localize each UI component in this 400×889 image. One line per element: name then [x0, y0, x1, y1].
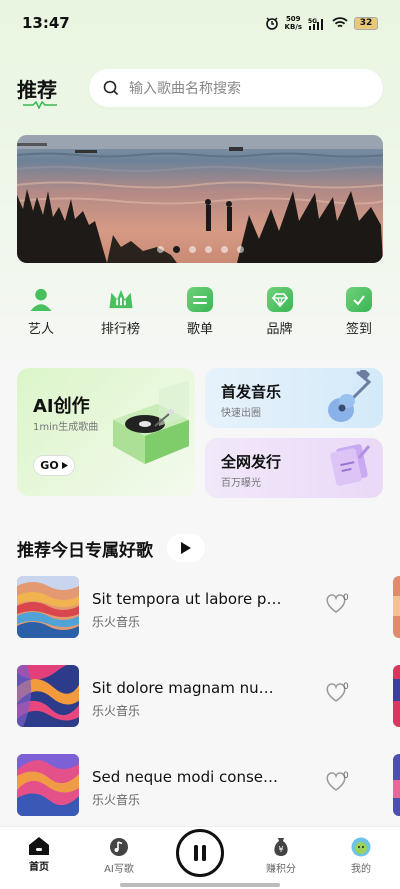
nav-ai-write[interactable]: AI写歌	[89, 837, 149, 875]
quick-nav-label: 品牌	[266, 322, 293, 337]
quick-nav-checkin[interactable]: 签到	[332, 287, 386, 337]
song-row[interactable]: Sit tempora ut labore po… 乐火音乐 0	[0, 576, 400, 665]
go-button[interactable]: GO	[33, 455, 75, 476]
song-cover	[17, 754, 79, 816]
song-cover	[17, 665, 79, 727]
quick-nav-artist[interactable]: 艺人	[14, 287, 68, 337]
page-title-text: 推荐	[17, 77, 57, 102]
status-indicators: 509 KB/s 5G 32	[265, 15, 378, 31]
nav-label: 我的	[351, 864, 371, 875]
full-release-card[interactable]: 全网发行 百万曝光	[205, 438, 383, 498]
nav-earn-points[interactable]: ¥ 赚积分	[251, 837, 311, 875]
ai-card-subtitle: 1min生成歌曲	[33, 422, 99, 433]
recommend-section-header: 推荐今日专属好歌	[17, 534, 205, 562]
like-count: 0	[343, 771, 349, 781]
search-input[interactable]: 输入歌曲名称搜索	[89, 69, 383, 107]
money-bag-icon: ¥	[274, 838, 288, 856]
quick-nav-playlist[interactable]: 歌单	[173, 287, 227, 337]
title-wave-icon	[23, 100, 57, 109]
next-song-cover-peek	[393, 576, 400, 638]
quick-nav-ranking[interactable]: 排行榜	[94, 287, 148, 337]
nav-label: AI写歌	[104, 864, 134, 875]
status-time: 13:47	[22, 14, 70, 32]
song-title: Sed neque modi consect…	[92, 768, 282, 786]
alarm-icon	[265, 17, 278, 30]
wifi-icon	[332, 17, 348, 28]
signal-icon: 5G	[308, 18, 323, 30]
svg-text:¥: ¥	[278, 845, 283, 854]
crown-icon	[108, 289, 133, 309]
document-icon	[330, 444, 371, 486]
nav-profile[interactable]: 我的	[331, 837, 391, 875]
quick-nav-label: 艺人	[27, 322, 54, 337]
like-count: 0	[343, 593, 349, 603]
release-card-title: 全网发行	[221, 453, 282, 471]
next-song-cover-peek	[393, 665, 400, 727]
search-icon	[103, 80, 119, 96]
page-title: 推荐	[17, 74, 77, 109]
turntable-illustration	[113, 380, 189, 464]
nav-label: 赚积分	[266, 864, 296, 875]
play-triangle-icon	[61, 462, 68, 469]
net-speed-value: 509	[285, 15, 301, 23]
pagination-dot[interactable]	[188, 246, 196, 253]
person-icon	[30, 288, 52, 312]
song-title: Sit dolore magnam num…	[92, 679, 282, 697]
banner-carousel[interactable]	[17, 135, 383, 263]
search-placeholder: 输入歌曲名称搜索	[129, 81, 241, 97]
diamond-icon	[266, 287, 293, 312]
music-card-title: 首发音乐	[221, 383, 282, 401]
release-card-subtitle: 百万曝光	[221, 478, 261, 489]
pagination-dot[interactable]	[156, 246, 164, 253]
list-icon	[187, 287, 213, 312]
play-all-button[interactable]	[167, 534, 205, 562]
section-title: 推荐今日专属好歌	[17, 540, 153, 561]
pagination-dot[interactable]	[172, 246, 180, 253]
ai-create-card[interactable]: AI创作 1min生成歌曲 GO	[17, 368, 195, 496]
home-icon	[29, 837, 49, 855]
feature-cards: AI创作 1min生成歌曲 GO 首发音乐 快速出圈 全网发行 百万曝光	[17, 368, 383, 498]
song-list: Sit tempora ut labore po… 乐火音乐 0 Sit dol…	[0, 576, 400, 843]
nav-label: 首页	[29, 862, 49, 873]
play-icon	[181, 542, 191, 554]
player-pause-button[interactable]	[176, 829, 224, 877]
song-cover	[17, 576, 79, 638]
header: 推荐 输入歌曲名称搜索	[17, 68, 383, 109]
pagination-dot[interactable]	[204, 246, 212, 253]
like-count: 0	[343, 682, 349, 692]
song-artist: 乐火音乐	[92, 615, 141, 629]
nav-home[interactable]: 首页	[9, 837, 69, 873]
net-speed: 509 KB/s	[285, 15, 302, 31]
svg-text:5G: 5G	[308, 18, 317, 25]
go-button-label: GO	[40, 459, 59, 472]
debut-music-card[interactable]: 首发音乐 快速出圈	[205, 368, 383, 428]
song-artist: 乐火音乐	[92, 704, 141, 718]
next-song-cover-peek	[393, 754, 400, 816]
banner-pagination	[17, 246, 383, 253]
music-note-icon	[110, 838, 128, 856]
song-row[interactable]: Sit dolore magnam num… 乐火音乐 0	[0, 665, 400, 754]
pause-icon	[194, 845, 206, 861]
bottom-nav: 首页 AI写歌 ¥ 赚积分 我的	[0, 826, 400, 889]
avatar-icon	[351, 837, 371, 857]
pagination-dot[interactable]	[236, 246, 244, 253]
banner-image	[17, 135, 383, 263]
home-indicator	[120, 883, 280, 887]
pagination-dot[interactable]	[220, 246, 228, 253]
check-icon	[346, 287, 372, 312]
net-speed-unit: KB/s	[284, 23, 302, 31]
quick-nav: 艺人 排行榜 歌单 品牌 签到	[0, 287, 400, 337]
quick-nav-label: 签到	[345, 322, 372, 337]
guitar-icon	[328, 370, 372, 422]
song-title: Sit tempora ut labore po…	[92, 590, 282, 608]
quick-nav-label: 歌单	[186, 322, 213, 337]
song-artist: 乐火音乐	[92, 793, 141, 807]
quick-nav-label: 排行榜	[100, 322, 140, 337]
music-card-subtitle: 快速出圈	[221, 408, 261, 419]
battery-indicator: 32	[354, 16, 378, 30]
quick-nav-brand[interactable]: 品牌	[253, 287, 307, 337]
ai-card-title: AI创作	[33, 396, 90, 417]
status-bar: 13:47 509 KB/s 5G 32	[0, 0, 400, 46]
